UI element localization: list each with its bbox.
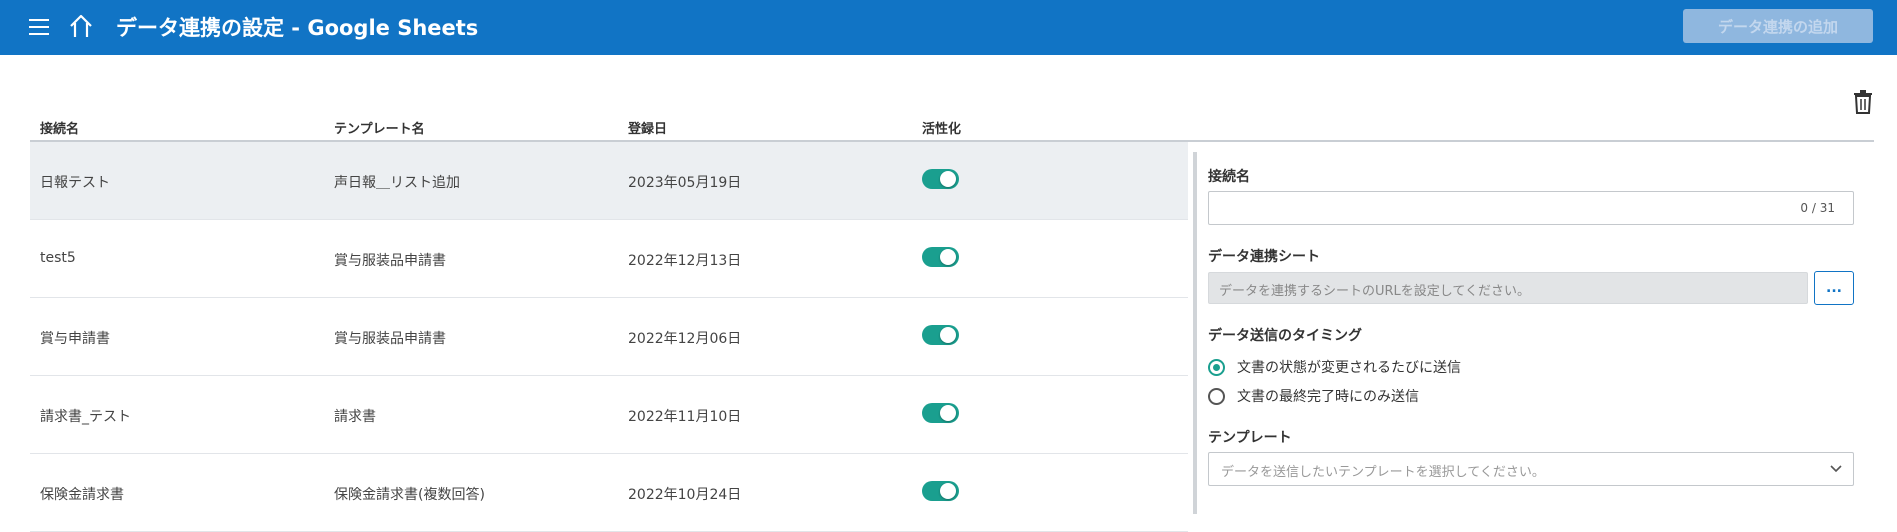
top-app-bar: データ連携の設定 - Google Sheets データ連携の追加 [0,0,1897,55]
row-date: 2022年10月24日 [628,487,742,503]
sheet-label: データ連携シート [1208,249,1320,265]
row-template: 請求書 [334,409,376,425]
row-name: 賞与申請書 [40,331,110,347]
radio-unchecked-icon [1208,387,1225,405]
row-template: 声日報＿リスト追加 [334,175,460,191]
column-header-date: 登録日 [628,122,668,137]
chevron-down-icon [1830,465,1842,473]
row-name: 請求書_テスト [40,409,131,425]
template-select[interactable]: データを送信したいテンプレートを選択してください。 [1208,452,1854,486]
table-row[interactable]: 日報テスト 声日報＿リスト追加 2023年05月19日 [30,142,1188,220]
radio-checked-icon [1208,358,1225,376]
browse-sheet-button[interactable]: ... [1814,271,1854,305]
active-toggle[interactable] [922,247,959,267]
add-integration-button[interactable]: データ連携の追加 [1683,9,1873,43]
timing-label: データ送信のタイミング [1208,328,1362,344]
row-name: test5 [40,250,76,266]
row-name: 保険金請求書 [40,487,124,503]
connection-name-input[interactable]: 0 / 31 [1208,191,1854,225]
timing-option-on-change[interactable]: 文書の状態が変更されるたびに送信 [1208,357,1461,377]
column-header-active: 活性化 [922,122,962,137]
template-label: テンプレート [1208,430,1292,446]
table-row[interactable]: 賞与申請書 賞与服装品申請書 2022年12月06日 [30,298,1188,376]
timing-option-label: 文書の状態が変更されるたびに送信 [1237,360,1461,376]
menu-icon[interactable] [28,16,50,38]
trash-icon[interactable] [1852,90,1874,114]
active-toggle[interactable] [922,325,959,345]
template-placeholder: データを送信したいテンプレートを選択してください。 [1221,465,1545,480]
table-header: 接続名 テンプレート名 登録日 活性化 [30,110,1188,142]
row-template: 賞与服装品申請書 [334,253,446,269]
row-template: 保険金請求書(複数回答) [334,487,485,503]
column-header-template: テンプレート名 [334,122,425,137]
page-title: データ連携の設定 - Google Sheets [116,16,479,40]
character-counter: 0 / 31 [1800,201,1835,215]
table-row[interactable]: 保険金請求書 保険金請求書(複数回答) 2022年10月24日 [30,454,1188,532]
sheet-url-field[interactable]: データを連携するシートのURLを設定してください。 [1208,272,1808,304]
divider [1188,140,1874,142]
integrations-table: 接続名 テンプレート名 登録日 活性化 日報テスト 声日報＿リスト追加 2023… [30,110,1188,532]
home-icon[interactable] [68,13,94,39]
active-toggle[interactable] [922,403,959,423]
column-header-name: 接続名 [40,122,80,137]
timing-option-on-complete[interactable]: 文書の最終完了時にのみ送信 [1208,386,1419,406]
row-date: 2022年11月10日 [628,409,742,425]
table-row[interactable]: 請求書_テスト 請求書 2022年11月10日 [30,376,1188,454]
timing-option-label: 文書の最終完了時にのみ送信 [1237,389,1419,405]
row-template: 賞与服装品申請書 [334,331,446,347]
active-toggle[interactable] [922,169,959,189]
row-name: 日報テスト [40,175,110,191]
table-row[interactable]: test5 賞与服装品申請書 2022年12月13日 [30,220,1188,298]
row-date: 2022年12月13日 [628,253,742,269]
row-date: 2023年05月19日 [628,175,742,191]
row-date: 2022年12月06日 [628,331,742,347]
active-toggle[interactable] [922,481,959,501]
panel-divider [1193,152,1197,514]
connection-name-label: 接続名 [1208,169,1250,185]
